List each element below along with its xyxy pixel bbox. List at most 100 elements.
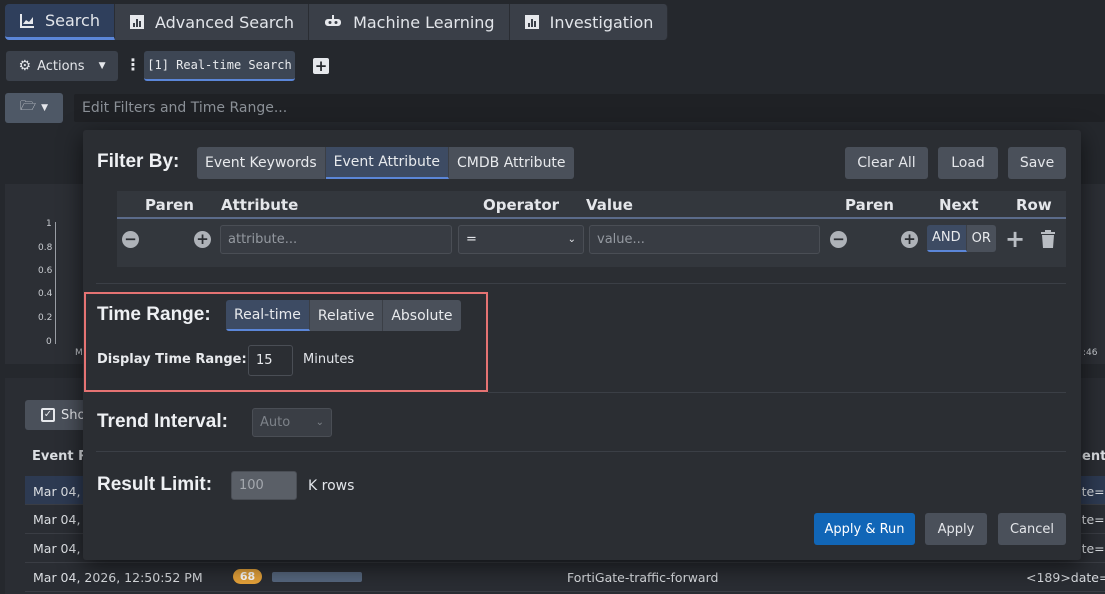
col-operator: Operator xyxy=(483,196,560,214)
row-time: Mar 04, 2026, 12:50:52 PM xyxy=(33,570,203,585)
y-tick: 0.8 xyxy=(38,243,53,253)
cancel-button[interactable]: Cancel xyxy=(998,513,1066,545)
tab-machine-learning[interactable]: Machine Learning xyxy=(309,4,510,40)
y-tick: 0.4 xyxy=(38,289,53,299)
add-tab-icon[interactable]: + xyxy=(313,58,329,74)
bar-chart-icon xyxy=(524,15,539,29)
chart-icon xyxy=(20,13,34,28)
clear-all-button[interactable]: Clear All xyxy=(845,147,928,179)
column-header-raw: ent xyxy=(1082,449,1105,464)
chevron-down-icon: ⌄ xyxy=(567,234,576,245)
robot-icon xyxy=(325,15,342,26)
col-value: Value xyxy=(586,196,633,214)
trend-interval-label: Trend Interval: xyxy=(97,411,228,432)
tab-absolute[interactable]: Absolute xyxy=(383,300,461,331)
y-tick: 1 xyxy=(46,219,52,229)
tab-label: Search xyxy=(45,11,100,30)
apply-and-run-button[interactable]: Apply & Run xyxy=(814,513,915,545)
display-time-value: 15 xyxy=(256,353,273,368)
y-tick: 0.6 xyxy=(38,266,53,276)
row-event-type: FortiGate-traffic-forward xyxy=(567,570,719,585)
col-attribute: Attribute xyxy=(221,196,299,214)
col-paren-right: Paren xyxy=(845,196,894,214)
time-range-label: Time Range: xyxy=(97,304,211,325)
redacted-ip xyxy=(272,572,362,582)
add-paren-right-icon[interactable]: + xyxy=(901,231,918,248)
remove-paren-left-icon[interactable]: − xyxy=(122,231,139,248)
time-range-tabs: Real-time Relative Absolute xyxy=(226,300,461,331)
chart-y-axis xyxy=(55,222,56,344)
filter-placeholder: Edit Filters and Time Range... xyxy=(82,100,288,116)
value-input[interactable]: value... xyxy=(589,225,820,254)
display-time-unit: Minutes xyxy=(303,352,355,367)
realtime-search-tab[interactable]: [1] Real-time Search xyxy=(144,51,295,81)
tab-advanced-search[interactable]: Advanced Search xyxy=(114,4,310,40)
actions-button[interactable]: ⚙ Actions ▼ xyxy=(6,51,118,81)
filter-by-label: Filter By: xyxy=(97,151,180,172)
tab-investigation[interactable]: Investigation xyxy=(509,4,669,40)
apply-button[interactable]: Apply xyxy=(925,513,987,545)
grid-header-line xyxy=(117,217,1066,219)
next-and-button[interactable]: AND xyxy=(927,225,967,252)
divider xyxy=(96,283,1066,284)
folder-open-button[interactable]: 🗁 ▼ xyxy=(5,93,63,123)
delete-row-icon[interactable] xyxy=(1040,230,1056,248)
folder-open-icon: 🗁 xyxy=(19,99,37,114)
divider xyxy=(488,392,1066,393)
result-limit-input[interactable]: 100 xyxy=(231,471,297,500)
result-limit-label: Result Limit: xyxy=(97,474,213,495)
filter-summary-input[interactable]: Edit Filters and Time Range... xyxy=(74,94,1105,122)
result-limit-value: 100 xyxy=(239,478,264,493)
row-time: Mar 04, xyxy=(33,512,81,527)
more-options-icon[interactable]: ⋮ xyxy=(125,55,141,77)
y-tick: 0 xyxy=(46,337,52,347)
tab-label: Investigation xyxy=(549,12,654,32)
gear-icon: ⚙ xyxy=(18,58,32,74)
bar-chart-icon xyxy=(129,15,144,29)
top-tab-bar: Search Advanced Search Machine Learning … xyxy=(5,4,669,40)
col-row: Row xyxy=(1016,196,1052,214)
trend-interval-value: Auto xyxy=(260,415,291,430)
divider xyxy=(96,451,1066,452)
severity-badge: 68 xyxy=(233,569,262,584)
display-time-input[interactable]: 15 xyxy=(248,345,293,376)
attribute-input[interactable]: attribute... xyxy=(220,225,452,254)
tab-real-time[interactable]: Real-time xyxy=(226,300,310,331)
trend-interval-select[interactable]: Auto ⌄ xyxy=(252,408,332,437)
caret-down-icon: ▼ xyxy=(98,61,106,71)
chevron-down-icon: ⌄ xyxy=(315,417,324,428)
col-paren-left: Paren xyxy=(145,196,194,214)
row-time: Mar 04, xyxy=(33,541,81,556)
caret-down-icon: ▼ xyxy=(41,103,49,113)
y-tick: 0.2 xyxy=(38,313,53,323)
col-next: Next xyxy=(939,196,979,214)
next-operator-toggle: AND OR xyxy=(927,225,996,252)
column-header-event: Event R xyxy=(32,449,89,464)
operator-value: = xyxy=(466,232,477,247)
x-tick: M xyxy=(75,348,83,358)
add-row-icon[interactable]: + xyxy=(1005,226,1025,252)
save-button[interactable]: Save xyxy=(1008,147,1066,179)
remove-paren-right-icon[interactable]: − xyxy=(830,231,847,248)
tab-relative[interactable]: Relative xyxy=(309,300,384,331)
filter-type-tabs: Event Keywords Event Attribute CMDB Attr… xyxy=(197,147,574,179)
tab-label: Machine Learning xyxy=(353,12,495,32)
row-raw: <189>date=2 xyxy=(1026,570,1105,585)
tab-event-attribute[interactable]: Event Attribute xyxy=(325,147,450,179)
attribute-placeholder: attribute... xyxy=(228,232,298,247)
load-button[interactable]: Load xyxy=(938,147,998,179)
operator-select[interactable]: = ⌄ xyxy=(458,225,584,254)
display-time-label: Display Time Range: xyxy=(97,352,247,367)
value-placeholder: value... xyxy=(597,232,645,247)
row-time: Mar 04, xyxy=(33,484,81,499)
search-tab-label: [1] Real-time Search xyxy=(147,58,292,72)
show-label: Sho xyxy=(61,407,86,423)
tab-event-keywords[interactable]: Event Keywords xyxy=(197,147,326,179)
tab-cmdb-attribute[interactable]: CMDB Attribute xyxy=(449,147,574,179)
tab-label: Advanced Search xyxy=(154,12,295,32)
next-or-button[interactable]: OR xyxy=(966,225,996,252)
tab-search[interactable]: Search xyxy=(5,4,115,40)
actions-label: Actions xyxy=(37,58,85,74)
add-paren-left-icon[interactable]: + xyxy=(194,231,211,248)
x-tick: :46 xyxy=(1083,348,1098,358)
